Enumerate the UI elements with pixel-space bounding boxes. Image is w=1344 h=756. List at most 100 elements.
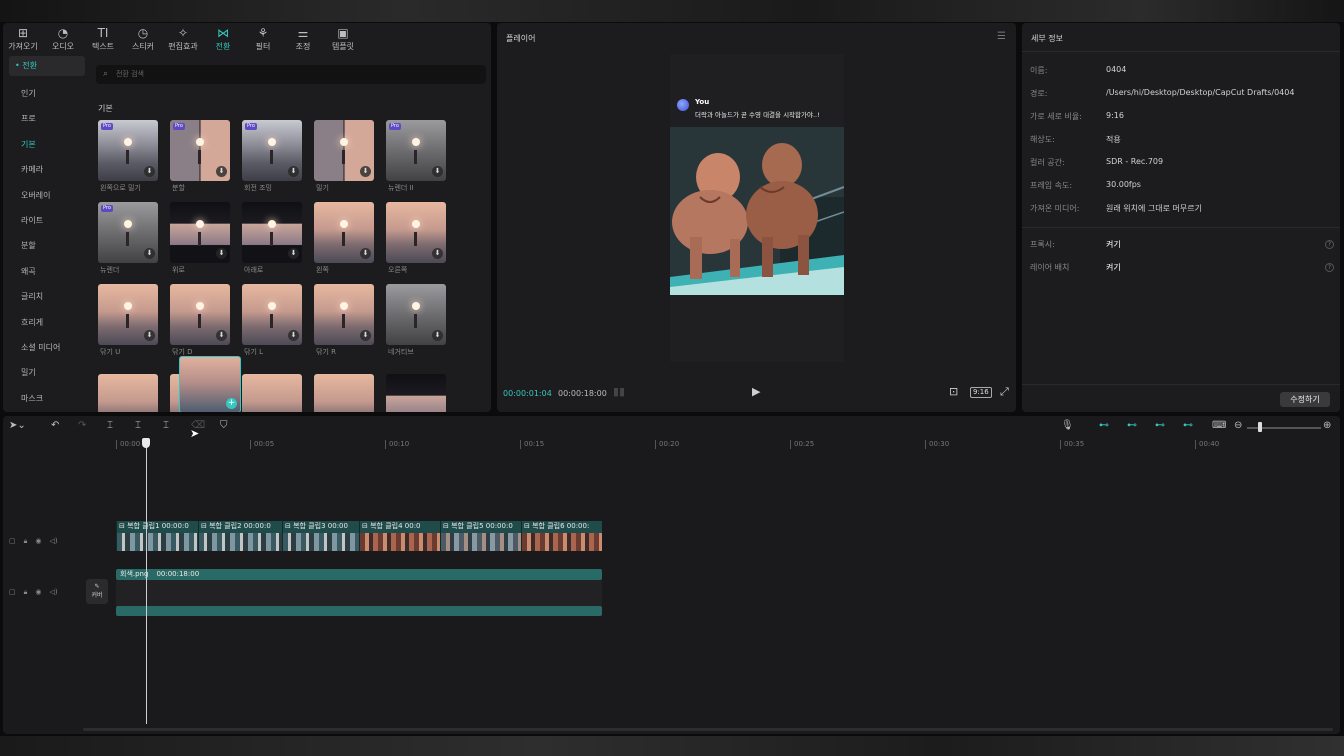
help-icon[interactable]: ? xyxy=(1325,240,1334,249)
download-icon[interactable]: ⬇ xyxy=(216,330,227,341)
lock-icon[interactable]: 🔒︎ xyxy=(24,537,28,546)
compound-clip[interactable]: ⊟ 복합 클립6 00:00: xyxy=(521,521,602,551)
select-tool-icon[interactable]: ➤⌄ xyxy=(9,420,26,431)
sidebar-item-light[interactable]: 라이트 xyxy=(9,208,85,233)
compound-clip[interactable]: ⊟ 복합 클립2 00:00:0 xyxy=(198,521,282,551)
download-icon[interactable]: ⬇ xyxy=(144,248,155,259)
detail-value[interactable]: 켜기 xyxy=(1106,262,1121,273)
download-icon[interactable]: ⬇ xyxy=(216,166,227,177)
sidebar-item-blur[interactable]: 흐리게 xyxy=(9,310,85,335)
undo-icon[interactable]: ↶ xyxy=(51,420,59,431)
sidebar-item-mask[interactable]: 마스크 xyxy=(9,386,85,411)
overlay-clip[interactable]: 회색.png 00:00:18:00 xyxy=(116,569,602,580)
transition-thumb[interactable]: Pro ⬇ xyxy=(242,120,302,181)
transition-thumb[interactable]: ⬇ xyxy=(314,284,374,345)
transition-thumb[interactable]: ⬇ xyxy=(314,120,374,181)
transition-thumb[interactable]: Pro ⬇ xyxy=(170,120,230,181)
split-right-icon[interactable]: ⌶ xyxy=(163,420,169,431)
zoom-out-icon[interactable]: ⊖ xyxy=(1234,420,1242,431)
eye-icon[interactable]: ◉ xyxy=(35,588,41,597)
download-icon[interactable]: ⬇ xyxy=(360,330,371,341)
preview-axis-icon[interactable]: ⊷ xyxy=(1183,420,1193,431)
playhead-handle[interactable] xyxy=(142,438,150,448)
overlay-clip-bottom[interactable] xyxy=(116,606,602,616)
sidebar-item-social[interactable]: 소셜 미디어 xyxy=(9,335,85,360)
ratio-button[interactable]: 9:16 xyxy=(970,387,992,398)
timeline-view-icon[interactable]: ▮▮ xyxy=(613,385,625,398)
compound-clip[interactable]: ⊟ 복합 클립3 00:00 xyxy=(282,521,359,551)
speaker-icon[interactable]: ◁) xyxy=(49,588,57,597)
transition-thumb[interactable]: ⬇ xyxy=(170,284,230,345)
transition-thumb[interactable]: ⬇ xyxy=(386,284,446,345)
sidebar-item-pro[interactable]: 프로 xyxy=(9,106,85,131)
transition-thumb[interactable]: ⬇ xyxy=(170,202,230,263)
transition-thumb[interactable] xyxy=(314,374,374,412)
download-icon[interactable]: ⬇ xyxy=(432,330,443,341)
microphone-icon[interactable]: 🎙 xyxy=(1061,420,1074,431)
transition-thumb[interactable] xyxy=(386,374,446,412)
download-icon[interactable]: ⬇ xyxy=(360,166,371,177)
cover-button[interactable]: ✎ 커버 xyxy=(86,579,108,604)
linkage-icon[interactable]: ⊷ xyxy=(1155,420,1165,431)
detail-value[interactable]: 켜기 xyxy=(1106,239,1121,250)
preview-canvas[interactable]: You 더락과 아놀드가 곧 수영 대결을 시작합가야..! xyxy=(670,54,844,362)
download-icon[interactable]: ⬇ xyxy=(432,248,443,259)
lock-icon[interactable]: 🔒︎ xyxy=(24,588,28,597)
transition-thumb[interactable] xyxy=(98,374,158,412)
download-icon[interactable]: ⬇ xyxy=(432,166,443,177)
tool-transition[interactable]: ⋈ 전환 xyxy=(203,23,243,55)
overlay-clip-body[interactable] xyxy=(116,580,602,606)
dragging-transition-thumb[interactable]: + xyxy=(179,356,241,412)
split-left-icon[interactable]: ⌶ xyxy=(135,420,141,431)
shield-icon[interactable]: ⛉ xyxy=(220,420,228,431)
tool-import[interactable]: ⊞ 가져오기 xyxy=(3,23,43,55)
sidebar-item-popular[interactable]: 인기 xyxy=(9,81,85,106)
menu-icon[interactable]: ☰ xyxy=(997,31,1006,42)
redo-icon[interactable]: ↷ xyxy=(78,420,86,431)
transition-thumb[interactable] xyxy=(242,374,302,412)
sidebar-item-camera[interactable]: 카메라 xyxy=(9,157,85,182)
download-icon[interactable]: ⬇ xyxy=(144,330,155,341)
track-lock-toggle-icon[interactable]: ▢ xyxy=(9,537,16,546)
add-icon[interactable]: + xyxy=(226,398,237,409)
sidebar-item-basic[interactable]: 기본 xyxy=(9,132,85,157)
play-icon[interactable]: ▶ xyxy=(752,385,760,398)
horizontal-scrollbar[interactable] xyxy=(83,728,1333,731)
compound-clip[interactable]: ⊟ 복합 클립5 00:00:0 xyxy=(440,521,521,551)
transition-thumb[interactable]: ⬇ xyxy=(386,202,446,263)
search-input[interactable]: ⌕ 전환 검색 xyxy=(96,65,486,84)
crop-icon[interactable]: ⊡ xyxy=(949,385,958,398)
magnet-icon[interactable]: ⊷ xyxy=(1127,420,1137,431)
speaker-icon[interactable]: ◁) xyxy=(49,537,57,546)
tool-sticker[interactable]: ◷ 스티커 xyxy=(123,23,163,55)
download-icon[interactable]: ⬇ xyxy=(288,330,299,341)
transition-thumb[interactable]: ⬇ xyxy=(98,284,158,345)
split-icon[interactable]: ⌶ xyxy=(107,420,113,431)
download-icon[interactable]: ⬇ xyxy=(360,248,371,259)
modify-button[interactable]: 수정하기 xyxy=(1280,392,1330,407)
sidebar-item-glitch[interactable]: 글리치 xyxy=(9,284,85,309)
tool-filter[interactable]: ⚘ 필터 xyxy=(243,23,283,55)
download-icon[interactable]: ⬇ xyxy=(288,166,299,177)
compound-clip[interactable]: ⊟ 복합 클립1 00:00:0 xyxy=(116,521,198,551)
transition-thumb[interactable]: Pro ⬇ xyxy=(386,120,446,181)
zoom-in-icon[interactable]: ⊕ xyxy=(1323,420,1331,431)
transition-thumb[interactable]: ⬇ xyxy=(242,202,302,263)
eye-icon[interactable]: ◉ xyxy=(35,537,41,546)
download-icon[interactable]: ⬇ xyxy=(216,248,227,259)
timeline-ruler[interactable]: 00:00 00:05 00:10 00:15 00:20 00:25 00:3… xyxy=(116,440,1336,452)
transition-thumb[interactable]: Pro ⬇ xyxy=(98,202,158,263)
tool-template[interactable]: ▣ 템플릿 xyxy=(323,23,363,55)
download-icon[interactable]: ⬇ xyxy=(288,248,299,259)
track-lock-toggle-icon[interactable]: ▢ xyxy=(9,588,16,597)
compound-clip[interactable]: ⊟ 복합 클립4 00:0 xyxy=(359,521,440,551)
transition-thumb[interactable]: ⬇ xyxy=(242,284,302,345)
fullscreen-icon[interactable]: ⤢ xyxy=(1000,385,1009,399)
sidebar-item-push[interactable]: 밀기 xyxy=(9,360,85,385)
subtitle-icon[interactable]: ⌨ xyxy=(1212,420,1226,431)
playhead-line[interactable] xyxy=(146,441,147,724)
tool-text[interactable]: TI 텍스트 xyxy=(83,23,123,55)
help-icon[interactable]: ? xyxy=(1325,263,1334,272)
sidebar-header-transition[interactable]: • 전환 xyxy=(9,56,85,76)
tool-adjust[interactable]: ⚌ 조정 xyxy=(283,23,323,55)
